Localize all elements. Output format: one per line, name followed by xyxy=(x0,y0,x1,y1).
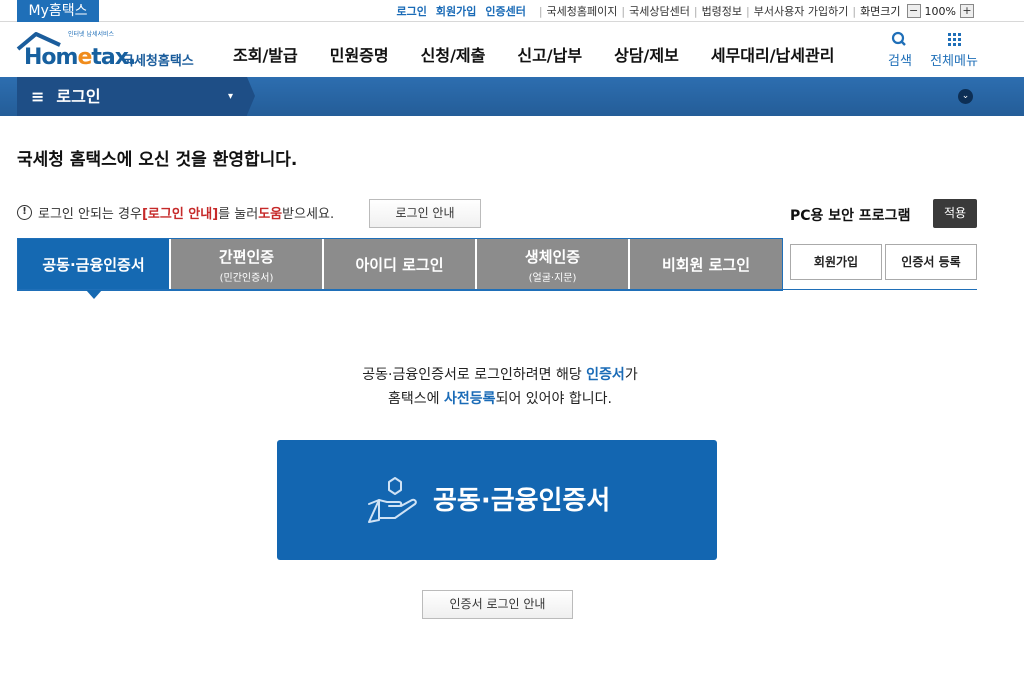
cert-center-link[interactable]: 인증센터 xyxy=(485,3,525,19)
nts-homepage-link[interactable]: 국세청홈페이지 xyxy=(547,3,618,19)
tab-id-login[interactable]: 아이디 로그인 xyxy=(324,239,477,290)
notice-login-guide: [로그인 안내] xyxy=(141,207,219,222)
expand-chevron-icon[interactable]: ⌄ xyxy=(958,89,973,104)
divider: | xyxy=(538,4,543,18)
description-line-1: 공동·금융인증서로 로그인하려면 해당 인증서가 xyxy=(362,367,638,383)
main-navigation: 조회/발급 민원증명 신청/제출 신고/납부 상담/제보 세무대리/납세관리 xyxy=(233,42,866,66)
hand-certificate-icon xyxy=(368,477,417,523)
site-header: 인터넷 납세서비스 Hometax. 국세청홈택스 조회/발급 민원증명 신청/… xyxy=(0,23,1024,77)
hometax-logo[interactable]: 인터넷 납세서비스 Hometax. 국세청홈택스 xyxy=(16,27,206,73)
zoom-in-button[interactable]: + xyxy=(960,4,974,18)
tab-guest-login[interactable]: 비회원 로그인 xyxy=(630,239,782,290)
tab-label: 간편인증 xyxy=(218,247,275,266)
divider: | xyxy=(746,4,750,18)
law-info-link[interactable]: 법령정보 xyxy=(702,3,742,19)
tab-simple-auth[interactable]: 간편인증 (민간인증서) xyxy=(171,239,324,290)
search-label: 검색 xyxy=(888,54,912,69)
logo-tagline: 인터넷 납세서비스 xyxy=(68,31,115,38)
location-title: 로그인 xyxy=(56,87,101,106)
hamburger-icon: ≡ xyxy=(31,87,45,106)
signup-button[interactable]: 회원가입 xyxy=(790,244,882,280)
zoom-out-button[interactable]: − xyxy=(906,4,921,18)
tab-biometric[interactable]: 생체인증 (얼굴·지문) xyxy=(477,239,630,290)
nav-item-tax-agent[interactable]: 세무대리/납세관리 xyxy=(711,42,835,66)
cert-register-button[interactable]: 인증서 등록 xyxy=(885,244,977,280)
warning-icon: ! xyxy=(17,205,32,220)
cert-login-guide-button[interactable]: 인증서 로그인 안내 xyxy=(422,590,573,619)
breadcrumb-arrow xyxy=(247,77,255,115)
tab-baseline xyxy=(783,289,977,290)
tab-sublabel: (민간인증서) xyxy=(219,272,274,284)
logo-korean-name: 국세청홈택스 xyxy=(122,54,194,69)
tab-label: 생체인증 xyxy=(524,247,581,266)
login-method-tabs: 공동·금융인증서 간편인증 (민간인증서) 아이디 로그인 생체인증 (얼굴·지… xyxy=(17,238,783,290)
top-utility-bar: My홈택스 로그인 회원가입 인증센터 | 국세청홈페이지 | 국세상담센터 |… xyxy=(0,0,1024,22)
active-tab-pointer xyxy=(86,290,102,299)
search-button[interactable]: 검색 xyxy=(886,30,914,69)
nav-item-inquiry[interactable]: 조회/발급 xyxy=(233,42,298,66)
nav-item-application[interactable]: 신청/제출 xyxy=(421,42,486,66)
cert-login-description: 공동·금융인증서로 로그인하려면 해당 인증서가 홈택스에 사전등록되어 있어야… xyxy=(0,363,1000,411)
description-line-2: 홈택스에 사전등록되어 있어야 합니다. xyxy=(388,391,612,407)
all-menu-label: 전체메뉴 xyxy=(930,54,978,69)
tab-label: 공동·금융인증서 xyxy=(42,256,145,274)
tab-sublabel: (얼굴·지문) xyxy=(528,272,577,284)
notice-text: 를 눌러 xyxy=(218,207,259,222)
zoom-value: 100% xyxy=(924,4,956,18)
pc-security-label: PC용 보안 프로그램 xyxy=(790,208,911,224)
apply-button[interactable]: 적용 xyxy=(933,199,977,228)
utility-links: 로그인 회원가입 인증센터 | 국세청홈페이지 | 국세상담센터 | 법령정보 … xyxy=(396,3,974,19)
zoom-control: − 100% + xyxy=(906,4,974,18)
main-button-label: 공동·금융인증서 xyxy=(433,486,611,516)
login-help-notice: ! 로그인 안되는 경우 [로그인 안내] 를 눌러 도움 받으세요. xyxy=(17,203,334,222)
caret-down-icon: ▾ xyxy=(227,91,233,102)
logo-brand: Hometax. xyxy=(24,45,136,70)
tab-label: 비회원 로그인 xyxy=(661,256,751,274)
dept-user-signup-link[interactable]: 부서사용자 가입하기 xyxy=(754,3,849,19)
search-icon xyxy=(891,31,906,46)
divider: | xyxy=(693,4,698,18)
tab-underline xyxy=(17,289,783,291)
notice-help: 도움 xyxy=(258,207,283,222)
notice-text: 로그인 안되는 경우 xyxy=(38,207,142,222)
signup-link[interactable]: 회원가입 xyxy=(436,3,476,19)
tab-label: 아이디 로그인 xyxy=(355,256,444,274)
my-hometax-tab[interactable]: My홈택스 xyxy=(17,0,99,22)
zoom-label: 화면크기 xyxy=(860,5,901,18)
divider: | xyxy=(621,4,626,18)
nav-item-filing[interactable]: 신고/납부 xyxy=(517,42,582,66)
nav-item-certificates[interactable]: 민원증명 xyxy=(330,42,389,66)
joint-financial-cert-login-button[interactable]: 공동·금융인증서 xyxy=(277,440,717,560)
login-guide-button[interactable]: 로그인 안내 xyxy=(369,199,481,228)
page-title: 국세청 홈택스에 오신 것을 환영합니다. xyxy=(17,150,298,170)
divider: | xyxy=(852,4,857,18)
nav-item-counsel[interactable]: 상담/제보 xyxy=(614,42,679,66)
location-bar: ≡ 로그인 ▾ ⌄ xyxy=(0,77,1024,116)
tax-counsel-link[interactable]: 국세상담센터 xyxy=(629,3,690,19)
location-dropdown[interactable]: ≡ 로그인 ▾ xyxy=(17,77,247,116)
all-menu-button[interactable]: 전체메뉴 xyxy=(928,30,980,69)
login-link[interactable]: 로그인 xyxy=(396,3,426,19)
notice-text: 받으세요. xyxy=(282,207,335,222)
tab-joint-financial-cert[interactable]: 공동·금융인증서 xyxy=(18,239,171,290)
grid-menu-icon xyxy=(948,33,961,46)
